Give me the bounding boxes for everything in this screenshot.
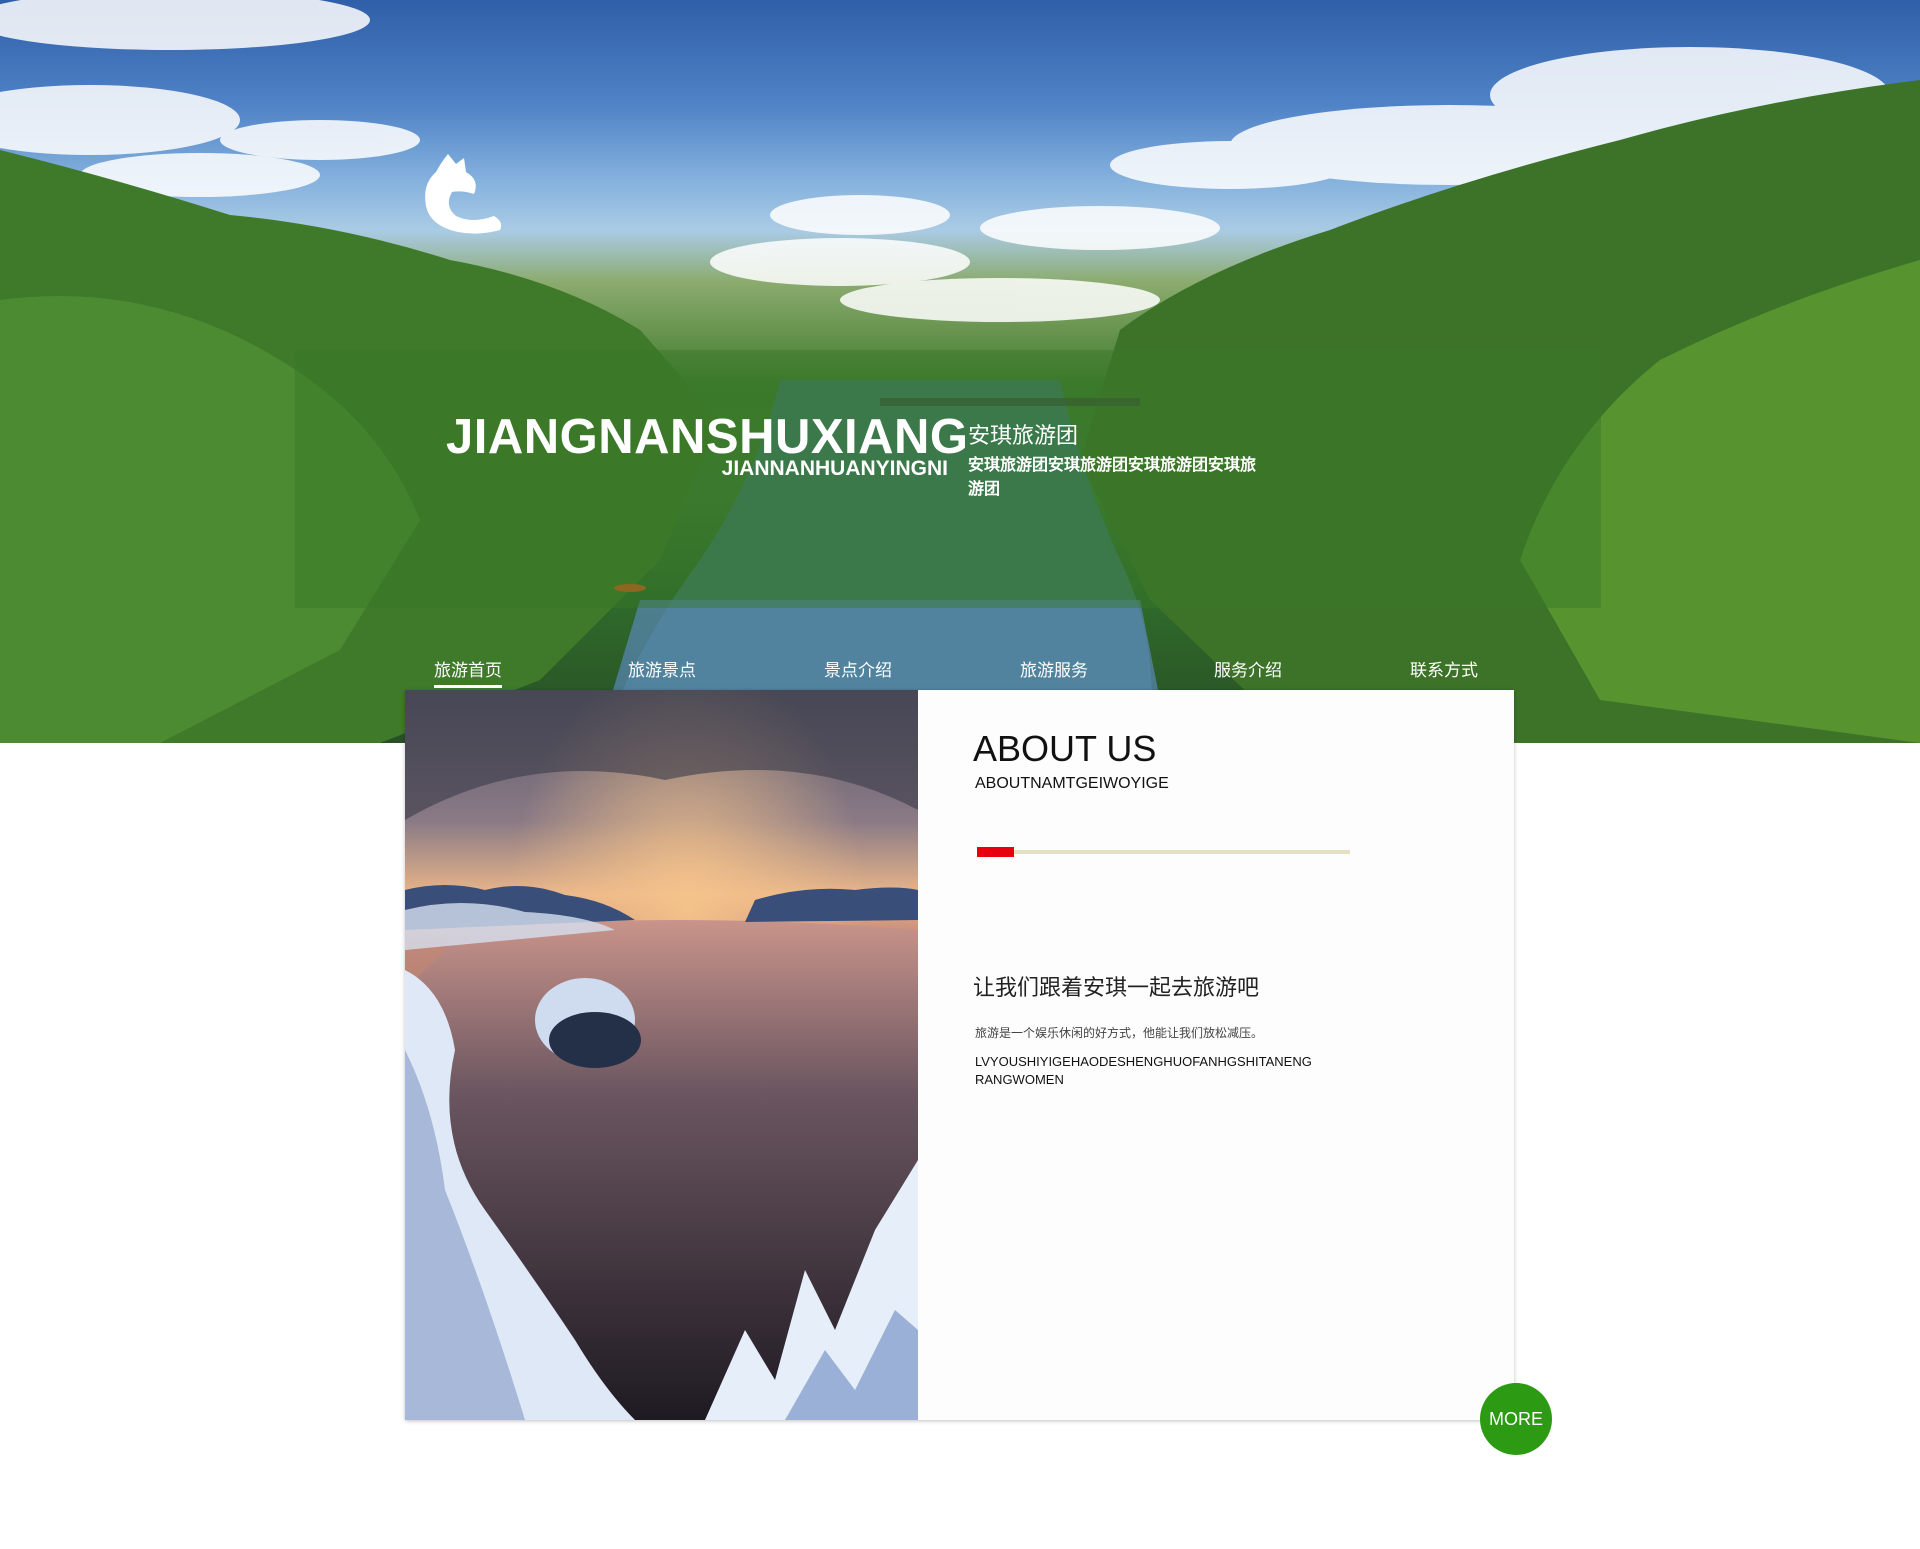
about-title: ABOUT US: [973, 728, 1157, 769]
site-title-cn: 安琪旅游团: [968, 424, 1079, 449]
site-description-cn: 安琪旅游团安琪旅游团安琪旅游团安琪旅游团: [968, 455, 1257, 498]
about-slogan: 让我们跟着安琪一起去旅游吧: [973, 976, 1260, 1001]
nav-item-travel-services[interactable]: 旅游服务: [1020, 656, 1088, 685]
hero-banner: JIANGNANSHUXIANG JIANNANHUANYINGNI 安琪旅游团…: [0, 0, 1920, 743]
nav-item-home[interactable]: 旅游首页: [434, 656, 502, 688]
site-subtitle-en: JIANNANHUANYINGNI: [721, 457, 948, 480]
progress-bar: [977, 847, 1350, 857]
hero-overlay-panel: [295, 350, 1601, 608]
progress-bar-fill: [977, 847, 1015, 857]
nav-item-attractions[interactable]: 旅游景点: [628, 656, 696, 685]
about-intro-en: LVYOUSHIYIGEHAODESHENGHUOFANHGSHITANENGR…: [975, 1054, 1312, 1087]
snowy-lake-photo: [405, 690, 918, 1420]
nav-item-service-intro[interactable]: 服务介绍: [1214, 656, 1282, 685]
about-card: ABOUT US ABOUTNAMTGEIWOYIGE 让我们跟着安琪一起去旅游…: [405, 690, 1514, 1420]
nav-item-contact[interactable]: 联系方式: [1410, 656, 1478, 685]
more-button[interactable]: MORE: [1480, 1383, 1552, 1455]
main-nav: 旅游首页 旅游景点 景点介绍 旅游服务 服务介绍 联系方式: [406, 656, 1512, 688]
about-intro-cn: 旅游是一个娱乐休闲的好方式，他能让我们放松减压。: [975, 1026, 1264, 1040]
fox-logo-icon[interactable]: [400, 150, 510, 240]
about-subtitle: ABOUTNAMTGEIWOYIGE: [975, 775, 1169, 792]
nav-item-attraction-intro[interactable]: 景点介绍: [824, 656, 892, 685]
